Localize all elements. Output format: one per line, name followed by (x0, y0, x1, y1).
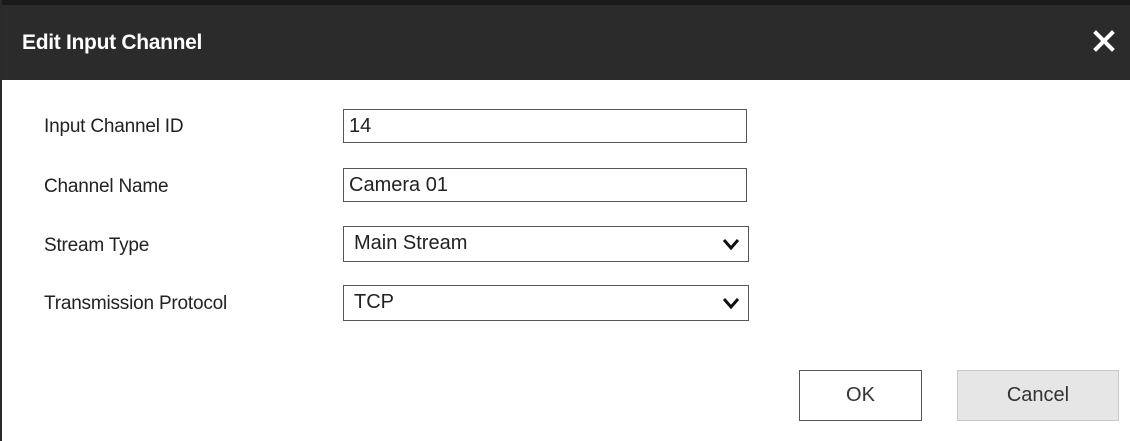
close-icon (1093, 30, 1115, 52)
close-button[interactable] (1088, 25, 1120, 57)
cancel-button[interactable]: Cancel (957, 370, 1119, 421)
channel-name-field[interactable] (343, 168, 747, 202)
edit-input-channel-dialog: Edit Input Channel Input Channel ID Chan… (0, 0, 1130, 441)
chevron-down-icon (722, 298, 740, 310)
stream-type-label: Stream Type (44, 235, 150, 256)
ok-button[interactable]: OK (799, 370, 922, 421)
protocol-select[interactable]: TCP (343, 285, 749, 321)
dialog-titlebar: Edit Input Channel (2, 0, 1130, 80)
protocol-value: TCP (354, 291, 394, 313)
channel-name-label: Channel Name (44, 176, 169, 197)
channel-id-label: Input Channel ID (44, 116, 184, 137)
channel-id-field[interactable] (343, 109, 747, 143)
stream-type-value: Main Stream (354, 232, 468, 254)
chevron-down-icon (722, 239, 740, 251)
stream-type-select[interactable]: Main Stream (343, 226, 749, 262)
dialog-title: Edit Input Channel (22, 31, 203, 54)
protocol-label: Transmission Protocol (44, 293, 228, 314)
